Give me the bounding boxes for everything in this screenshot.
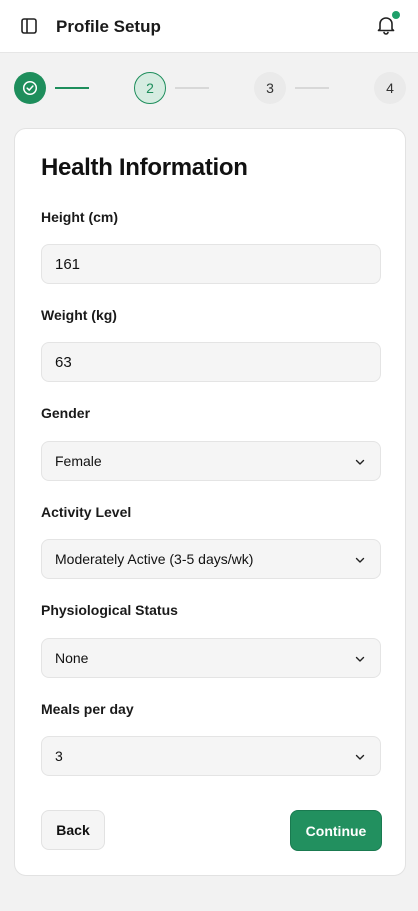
gender-select[interactable]: Female (41, 441, 381, 481)
gender-label: Gender (41, 405, 91, 421)
continue-button[interactable]: Continue (290, 810, 382, 851)
step-connector (175, 87, 209, 89)
check-circle-icon (22, 80, 38, 96)
section-title: Health Information (41, 154, 248, 181)
sidebar-toggle-icon[interactable] (19, 16, 39, 36)
meals-per-day-select[interactable]: 3 (41, 736, 381, 776)
chevron-down-icon (355, 459, 365, 465)
chevron-down-icon (355, 754, 365, 760)
step-4[interactable]: 4 (374, 72, 406, 104)
step-1-completed[interactable] (14, 72, 46, 104)
height-input[interactable]: 161 (41, 244, 381, 284)
app-header: Profile Setup (0, 0, 418, 53)
page-title: Profile Setup (56, 17, 161, 36)
notification-badge (392, 11, 400, 19)
gender-value: Female (55, 453, 102, 469)
step-3[interactable]: 3 (254, 72, 286, 104)
physiological-status-select[interactable]: None (41, 638, 381, 678)
activity-level-value: Moderately Active (3-5 days/wk) (55, 551, 254, 567)
height-label: Height (cm) (41, 209, 118, 225)
step-2-active[interactable]: 2 (134, 72, 166, 104)
meals-per-day-value: 3 (55, 748, 63, 764)
chevron-down-icon (355, 656, 365, 662)
step-connector (295, 87, 329, 89)
physiological-status-value: None (55, 650, 89, 666)
weight-value: 63 (55, 353, 72, 371)
weight-label: Weight (kg) (41, 307, 117, 323)
progress-stepper: 2 3 4 (0, 70, 418, 106)
meals-per-day-label: Meals per day (41, 701, 134, 717)
step-connector (55, 87, 89, 89)
physiological-status-label: Physiological Status (41, 602, 178, 618)
activity-level-label: Activity Level (41, 504, 132, 520)
back-button[interactable]: Back (41, 810, 105, 850)
weight-input[interactable]: 63 (41, 342, 381, 382)
chevron-down-icon (355, 557, 365, 563)
health-information-card: Health Information Height (cm) 161 Weigh… (14, 128, 406, 876)
activity-level-select[interactable]: Moderately Active (3-5 days/wk) (41, 539, 381, 579)
height-value: 161 (55, 255, 81, 273)
